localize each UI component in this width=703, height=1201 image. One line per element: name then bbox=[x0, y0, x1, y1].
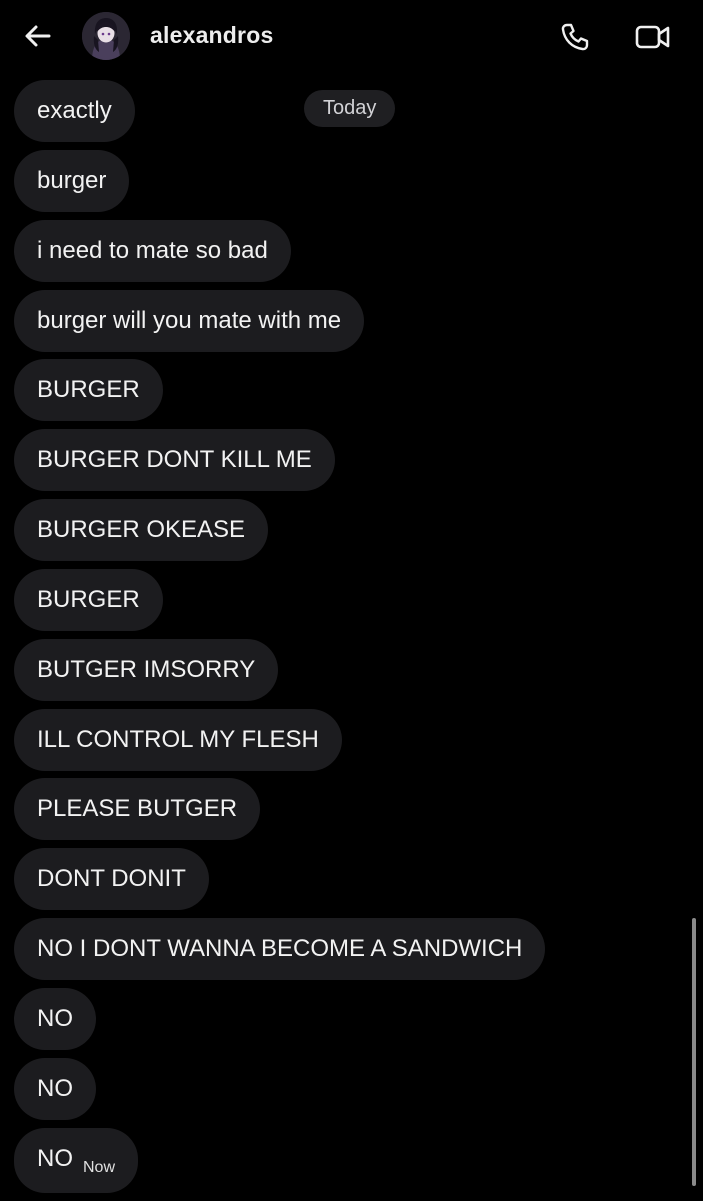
message-bubble[interactable]: NO Now bbox=[14, 1127, 139, 1193]
message-text: NO bbox=[37, 1144, 73, 1172]
message-text: NO bbox=[37, 1004, 73, 1032]
message-text: burger will you mate with me bbox=[37, 306, 342, 334]
message-text: ILL CONTROL MY FLESH bbox=[37, 725, 319, 753]
message-bubble[interactable]: BURGER bbox=[14, 568, 163, 631]
message-bubble[interactable]: NO bbox=[14, 1057, 96, 1120]
message-bubble[interactable]: ILL CONTROL MY FLESH bbox=[14, 708, 342, 771]
message-list: exactly burger i need to mate so bad burger… bbox=[14, 80, 674, 1201]
arrow-left-icon bbox=[25, 25, 51, 47]
message-bubble[interactable]: PLEASE BUTGER bbox=[14, 778, 261, 841]
message-bubble[interactable]: exactly bbox=[14, 80, 135, 142]
message-bubble[interactable]: NO I DONT WANNA BECOME A SANDWICH bbox=[14, 918, 546, 981]
message-text: BURGER bbox=[37, 376, 140, 404]
phone-icon bbox=[561, 23, 589, 51]
message-bubble[interactable]: NO bbox=[14, 987, 96, 1050]
message-timestamp: Now bbox=[83, 1158, 116, 1176]
message-text: PLEASE BUTGER bbox=[37, 795, 238, 823]
message-text: BURGER bbox=[37, 585, 140, 613]
message-bubble[interactable]: BURGER DONT KILL ME bbox=[14, 429, 335, 492]
message-text: BURGER DONT KILL ME bbox=[37, 446, 312, 474]
message-text: exactly bbox=[37, 97, 112, 124]
message-text: NO I DONT WANNA BECOME A SANDWICH bbox=[37, 935, 523, 963]
message-bubble[interactable]: burger bbox=[14, 149, 130, 212]
chat-username[interactable]: alexandros bbox=[150, 22, 273, 49]
message-text: BURGER OKEASE bbox=[37, 516, 246, 544]
message-bubble[interactable]: i need to mate so bad bbox=[14, 219, 291, 282]
scrollbar[interactable] bbox=[692, 918, 696, 1186]
profile-picture-icon bbox=[82, 12, 130, 60]
message-text: DONT DONIT bbox=[37, 865, 186, 893]
avatar[interactable] bbox=[82, 12, 130, 60]
chat-header: alexandros bbox=[0, 0, 703, 72]
message-text: i need to mate so bad bbox=[37, 236, 268, 264]
message-bubble[interactable]: BURGER OKEASE bbox=[14, 499, 269, 562]
message-text: BUTGER IMSORRY bbox=[37, 655, 256, 683]
message-bubble[interactable]: BURGER bbox=[14, 359, 163, 422]
video-camera-icon bbox=[635, 25, 670, 49]
message-bubble[interactable]: DONT DONIT bbox=[14, 848, 209, 911]
back-button[interactable] bbox=[20, 18, 56, 54]
message-text: burger bbox=[37, 166, 107, 194]
message-bubble[interactable]: BUTGER IMSORRY bbox=[14, 638, 279, 701]
voice-call-button[interactable] bbox=[556, 18, 594, 56]
message-bubble[interactable]: burger will you mate with me bbox=[14, 289, 365, 352]
message-text: NO bbox=[37, 1074, 73, 1102]
video-call-button[interactable] bbox=[632, 18, 674, 56]
